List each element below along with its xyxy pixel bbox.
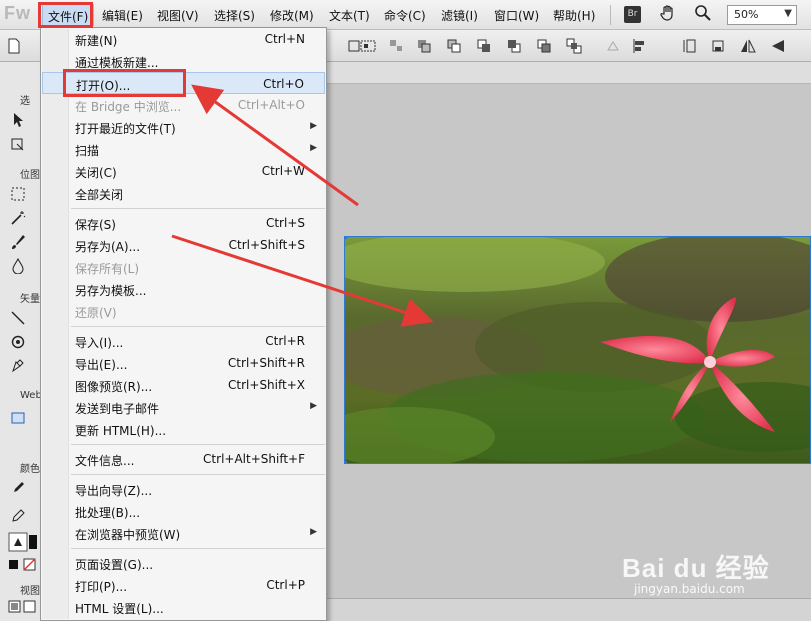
arrow-to-canvas	[171, 234, 434, 327]
watermark-text: Bai du 经验	[622, 553, 770, 583]
watermark-url: jingyan.baidu.com	[634, 582, 745, 596]
arrow-to-open-item	[191, 84, 359, 207]
annotation-arrows	[171, 84, 434, 327]
